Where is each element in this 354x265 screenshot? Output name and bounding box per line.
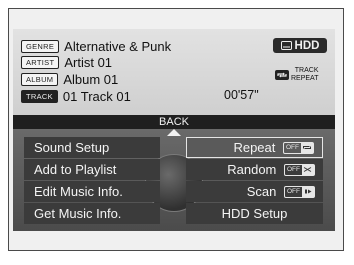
repeat-icon: [301, 142, 313, 153]
track-repeat-indicator: TRACK REPEAT: [275, 66, 329, 83]
artist-value: Artist 01: [64, 54, 113, 70]
random-status-badge: OFF: [284, 163, 315, 176]
album-tag: ALBUM: [21, 72, 59, 86]
edit-music-info-item[interactable]: Edit Music Info.: [24, 181, 160, 202]
random-item[interactable]: Random OFF: [186, 159, 323, 180]
source-hdd-indicator: HDD: [273, 38, 327, 53]
scan-item[interactable]: Scan OFF: [186, 181, 323, 202]
scan-label: Scan: [246, 184, 277, 199]
repeat-status-badge: OFF: [283, 141, 314, 154]
back-button[interactable]: BACK: [13, 115, 335, 129]
album-row: ALBUM Album 01: [21, 71, 118, 87]
get-music-info-item[interactable]: Get Music Info.: [24, 203, 160, 224]
track-value: 01 Track 01: [62, 88, 131, 104]
back-arrow-icon: [167, 129, 181, 136]
scan-off-label: OFF: [287, 187, 300, 195]
genre-row: GENRE Alternative & Punk: [21, 38, 171, 54]
track-repeat-line2: REPEAT: [291, 74, 319, 82]
track-row: TRACK 01 Track 01: [21, 88, 131, 104]
random-off-label: OFF: [287, 165, 300, 173]
random-label: Random: [227, 162, 277, 177]
artist-row: ARTIST Artist 01: [21, 54, 112, 70]
artist-tag: ARTIST: [21, 55, 60, 69]
hard-drive-icon: [280, 41, 292, 50]
audio-screen: GENRE Alternative & Punk ARTIST Artist 0…: [13, 29, 335, 231]
add-to-playlist-item[interactable]: Add to Playlist: [24, 159, 160, 180]
options-menu: Sound Setup Add to Playlist Edit Music I…: [13, 129, 335, 231]
repeat-item[interactable]: Repeat OFF: [186, 137, 323, 158]
genre-value: Alternative & Punk: [64, 38, 172, 54]
repeat-off-label: OFF: [286, 143, 299, 151]
scan-icon: [302, 186, 314, 197]
elapsed-time: 00'57": [224, 88, 259, 102]
repeat-icon: [275, 69, 289, 80]
track-tag: TRACK: [21, 89, 58, 103]
track-repeat-line1: TRACK: [294, 67, 319, 74]
repeat-label: Repeat: [233, 140, 276, 155]
shuffle-icon: [302, 164, 314, 175]
scan-status-badge: OFF: [284, 185, 315, 198]
track-info-panel: GENRE Alternative & Punk ARTIST Artist 0…: [13, 29, 335, 115]
hdd-setup-item[interactable]: HDD Setup: [186, 203, 323, 224]
album-value: Album 01: [63, 71, 119, 87]
genre-tag: GENRE: [21, 39, 60, 53]
sound-setup-item[interactable]: Sound Setup: [24, 137, 160, 158]
source-label: HDD: [294, 39, 320, 52]
